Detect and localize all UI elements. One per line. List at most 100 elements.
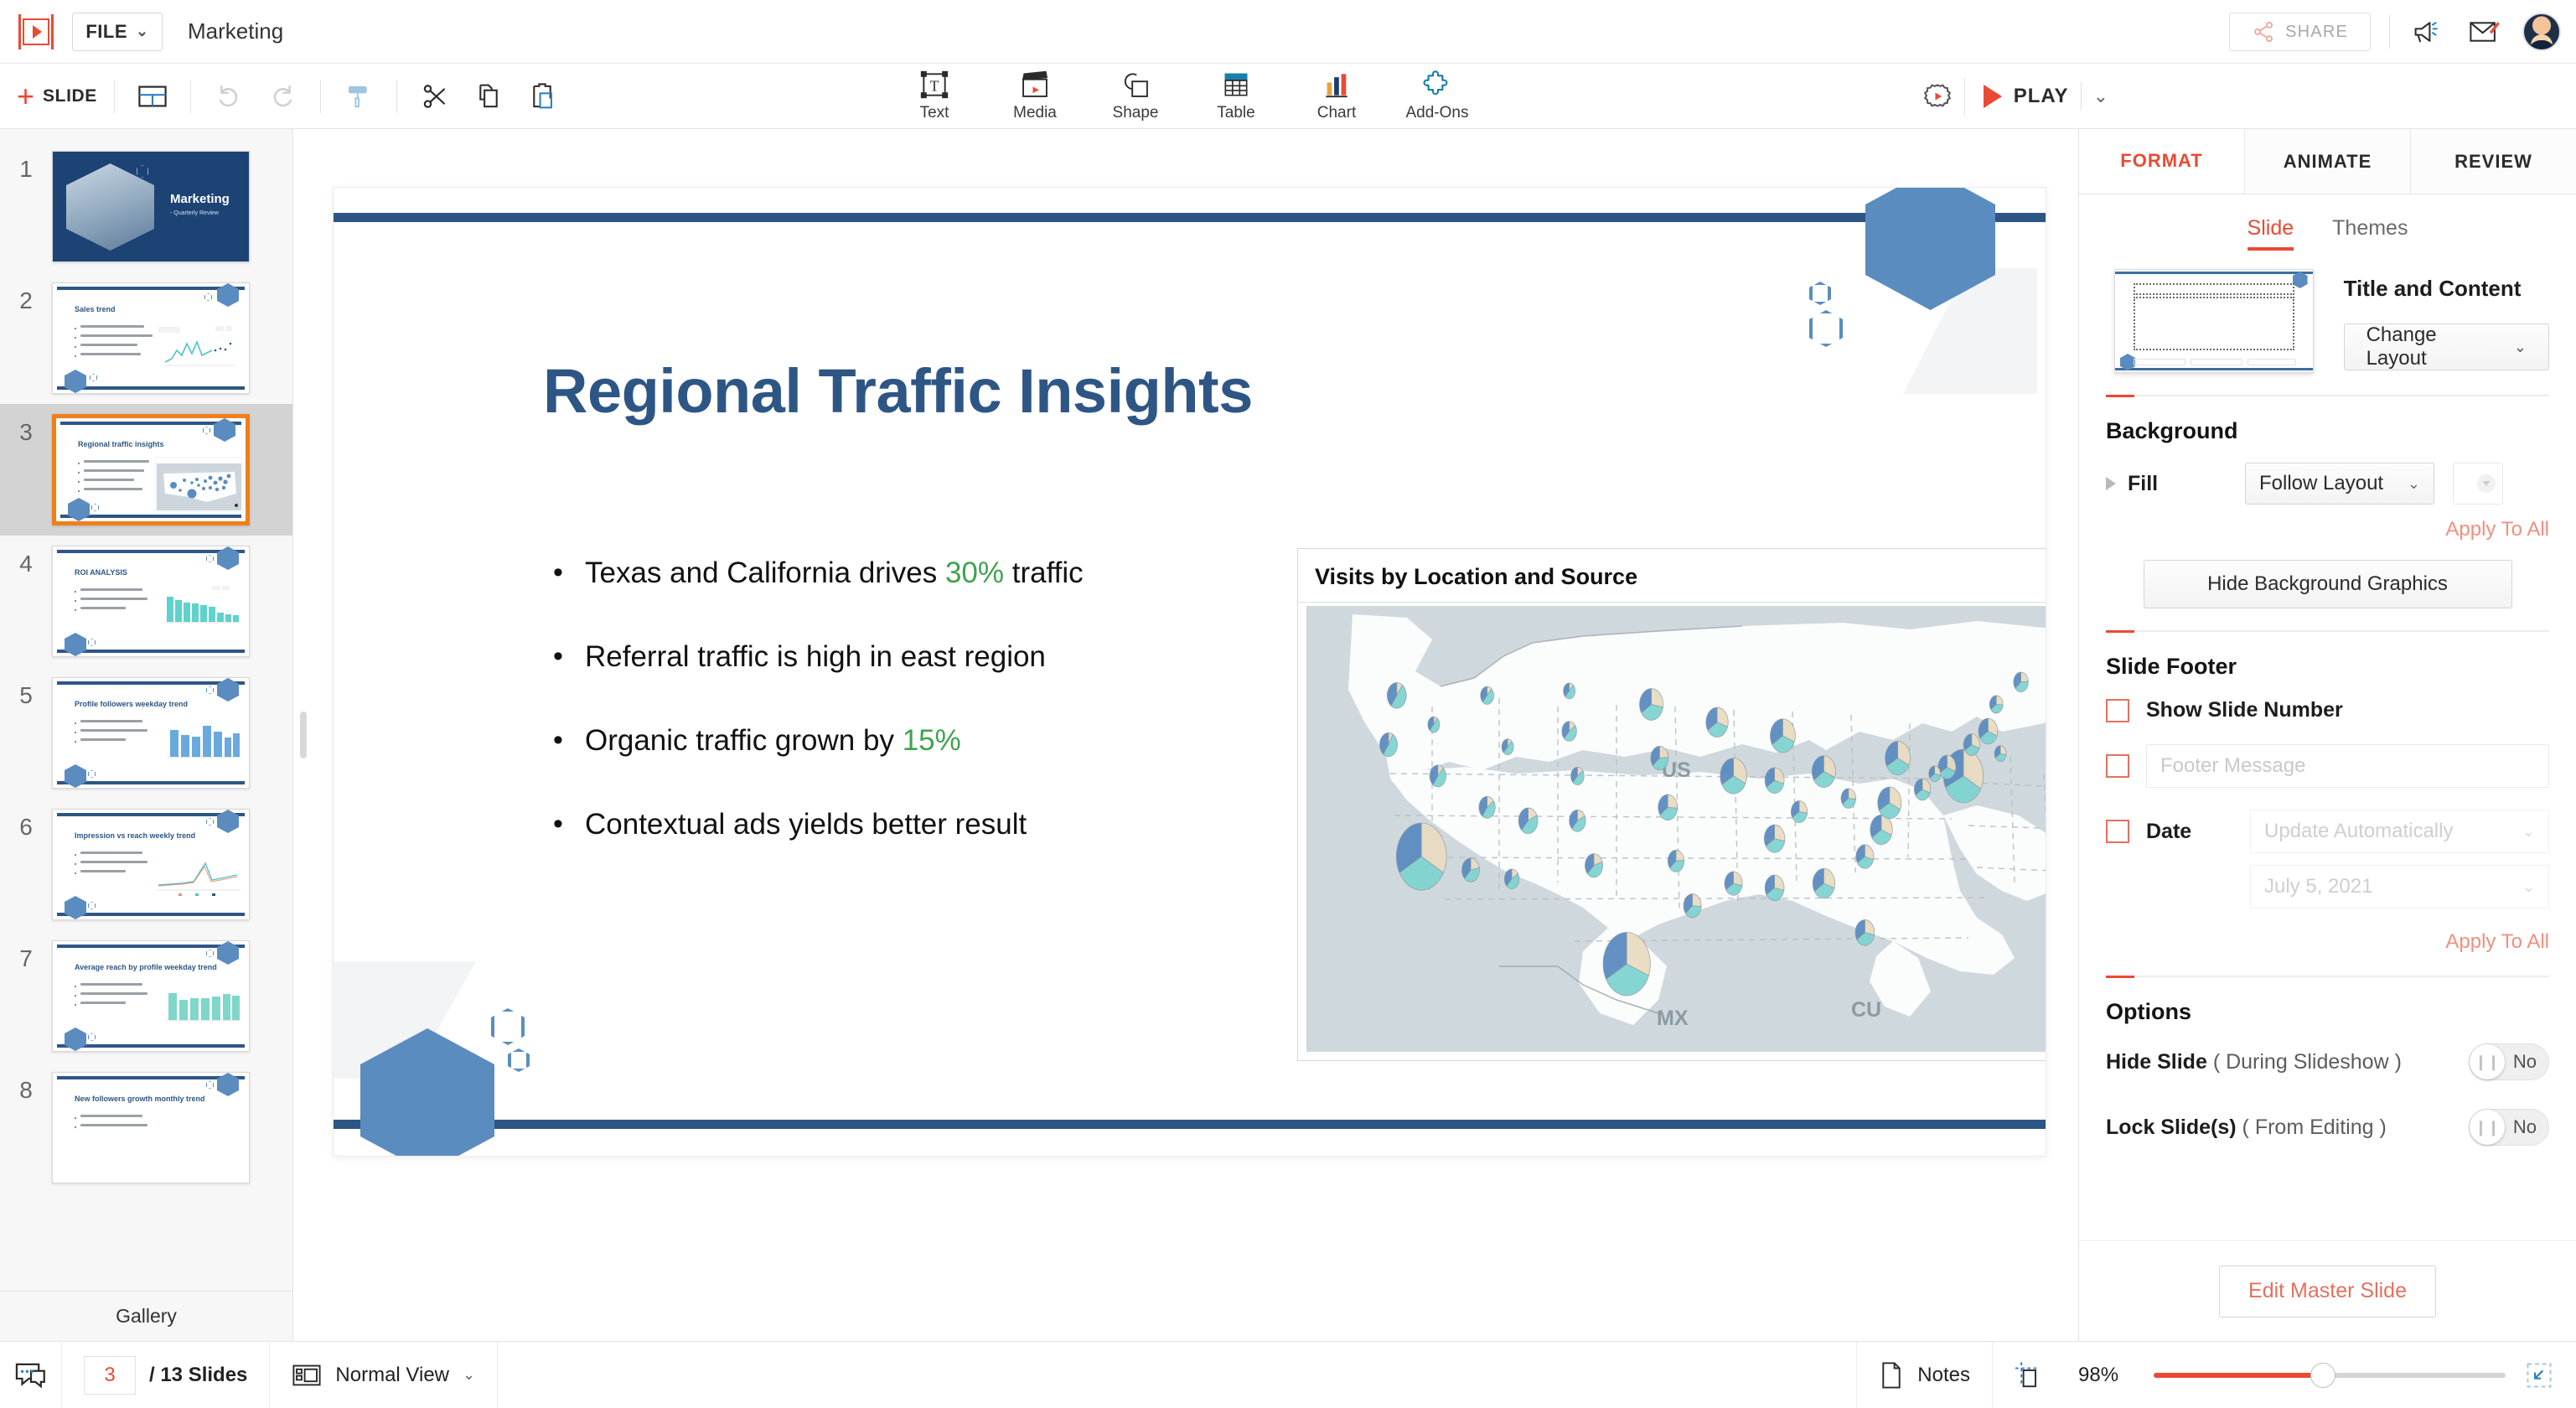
comment-icon [13, 1359, 49, 1391]
user-avatar[interactable] [2522, 13, 2561, 51]
hexagon-ring-large-top [1809, 310, 1843, 347]
fit-to-screen-button[interactable] [2522, 1359, 2556, 1392]
chevron-down-icon: ⌄ [2522, 878, 2535, 896]
chevron-down-icon[interactable]: ⌄ [2093, 85, 2108, 107]
thumbnail-preview: Profile followers weekday trend [52, 677, 250, 789]
section-divider [2106, 395, 2549, 396]
zoho-show-logo-icon[interactable] [18, 14, 54, 49]
bullet-marker: • [553, 556, 566, 588]
slide-number: 4 [0, 546, 52, 577]
slide-thumbnail-1[interactable]: 1 Marketing - Quarterly Review [0, 141, 292, 272]
slide-thumbnail-7[interactable]: 7 Average reach by profile weekday trend [0, 930, 292, 1062]
gear-play-icon[interactable] [1911, 64, 1964, 129]
puzzle-piece-icon [1421, 67, 1453, 102]
add-slide-button[interactable]: + SLIDE [17, 81, 97, 111]
bullet-marker: • [553, 724, 566, 756]
subtab-themes[interactable]: Themes [2332, 216, 2408, 251]
tab-format[interactable]: FORMAT [2079, 129, 2244, 194]
change-layout-button[interactable]: Change Layout ⌄ [2344, 324, 2549, 370]
paint-roller-icon[interactable] [338, 75, 380, 117]
guides-icon [2011, 1360, 2040, 1390]
insert-chart-button[interactable]: Chart [1286, 64, 1387, 122]
insert-shape-button[interactable]: Shape [1085, 64, 1186, 122]
layout-icon[interactable] [132, 75, 173, 117]
hide-slide-value: No [2513, 1051, 2537, 1073]
copy-icon[interactable] [468, 75, 510, 117]
share-label: SHARE [2285, 23, 2348, 42]
footer-message-checkbox[interactable] [2106, 754, 2129, 778]
footer-apply-to-all[interactable]: Apply To All [2106, 930, 2549, 954]
hide-background-graphics-button[interactable]: Hide Background Graphics [2144, 560, 2512, 608]
slide-thumbnail-4[interactable]: 4 ROI ANALYSIS [0, 536, 292, 667]
zoom-slider-handle[interactable] [2310, 1363, 2335, 1388]
share-button[interactable]: SHARE [2229, 13, 2371, 51]
scissors-icon[interactable] [414, 75, 456, 117]
slide-thumbnail-2[interactable]: 2 Sales trend [0, 272, 292, 404]
panel-content: Title and Content Change Layout ⌄ Backgr… [2079, 259, 2576, 1240]
subtab-slide[interactable]: Slide [2248, 216, 2294, 251]
bullet-text: Referral traffic is high in east region [585, 640, 1046, 674]
layout-preview-thumbnail[interactable] [2114, 269, 2314, 373]
view-mode-selector[interactable]: Normal View ⌄ [270, 1342, 498, 1408]
tab-review[interactable]: REVIEW [2410, 129, 2576, 194]
edit-master-slide-label: Edit Master Slide [2248, 1279, 2407, 1303]
redo-icon[interactable] [261, 75, 303, 117]
status-bar: 3 / 13 Slides Normal View ⌄ Notes [0, 1341, 2576, 1408]
slide-thumbnail-3[interactable]: 3 Regional traffic insights [0, 404, 292, 536]
compose-mail-icon[interactable] [2465, 13, 2504, 51]
edit-master-slide-button[interactable]: Edit Master Slide [2219, 1266, 2436, 1317]
insert-text-button[interactable]: T Text [884, 64, 985, 122]
chevron-down-icon: ⌄ [2514, 339, 2527, 356]
map-chart-card[interactable]: Visits by Location and Source [1297, 548, 2046, 1061]
slide-footer-heading: Slide Footer [2106, 654, 2549, 680]
date-value-select[interactable]: July 5, 2021 ⌄ [2250, 865, 2549, 908]
file-menu-button[interactable]: FILE ⌄ [72, 13, 163, 51]
slide-thumbnail-5[interactable]: 5 Profile followers weekday trend [0, 667, 292, 799]
add-ons-button[interactable]: Add-Ons [1387, 64, 1487, 122]
paste-icon[interactable] [521, 75, 563, 117]
play-button[interactable]: PLAY ⌄ [1965, 64, 2130, 129]
date-mode-select[interactable]: Update Automatically ⌄ [2250, 810, 2549, 853]
undo-icon[interactable] [208, 75, 250, 117]
comments-button[interactable] [0, 1342, 62, 1408]
insert-table-button[interactable]: Table [1186, 64, 1286, 122]
show-slide-number-checkbox[interactable] [2106, 699, 2129, 722]
slide-title[interactable]: Regional Traffic Insights [543, 355, 1253, 427]
slide-thumbnail-6[interactable]: 6 Impression vs reach weekly trend [0, 799, 292, 930]
hexagon-ring-large-bottom [491, 1008, 525, 1045]
hexagon-ring-small-top [1809, 282, 1831, 305]
background-color-swatch[interactable] [2453, 463, 2503, 505]
date-checkbox[interactable] [2106, 820, 2129, 843]
zoho-show-app: FILE ⌄ Marketing SHARE [0, 0, 2576, 1408]
notes-button[interactable]: Notes [1856, 1342, 1992, 1408]
map-visualization[interactable]: US MX CU i [1306, 606, 2046, 1052]
current-slide-input[interactable]: 3 [84, 1356, 136, 1395]
guides-button[interactable] [1992, 1342, 2058, 1408]
show-slide-number-label: Show Slide Number [2146, 698, 2343, 722]
background-apply-to-all[interactable]: Apply To All [2106, 518, 2549, 541]
tab-animate[interactable]: ANIMATE [2244, 129, 2410, 194]
slide-canvas[interactable]: Regional Traffic Insights • Texas and Ca… [334, 188, 2046, 1156]
panel-resize-handle[interactable] [300, 712, 307, 758]
slide-list[interactable]: 1 Marketing - Quarterly Review 2 [0, 129, 292, 1291]
lock-slide-value: No [2513, 1116, 2537, 1138]
divider [114, 80, 115, 113]
expand-triangle-icon[interactable] [2106, 477, 2116, 490]
document-title[interactable]: Marketing [188, 18, 283, 44]
slide-bullet-list[interactable]: • Texas and California drives 30% traffi… [553, 556, 1207, 892]
hexagon-decor-icon [2293, 272, 2308, 288]
footer-message-input[interactable]: Footer Message [2146, 744, 2549, 788]
insert-media-button[interactable]: Media [985, 64, 1085, 122]
play-controls: PLAY ⌄ [1911, 64, 2130, 129]
lock-slide-toggle[interactable]: ❙❙ No [2469, 1109, 2549, 1146]
slide-thumbnail-8[interactable]: 8 New followers growth monthly trend [0, 1062, 292, 1193]
zoom-slider[interactable] [2154, 1373, 2506, 1378]
file-menu-label: FILE [85, 21, 127, 43]
gallery-bar[interactable]: Gallery [0, 1291, 292, 1341]
fill-select[interactable]: Follow Layout ⌄ [2245, 463, 2434, 505]
hide-slide-toggle[interactable]: ❙❙ No [2469, 1043, 2549, 1080]
play-triangle-icon [1984, 85, 2002, 108]
announcements-icon[interactable] [2408, 13, 2447, 51]
insert-table-label: Table [1217, 104, 1254, 122]
slide-number: 6 [0, 809, 52, 841]
